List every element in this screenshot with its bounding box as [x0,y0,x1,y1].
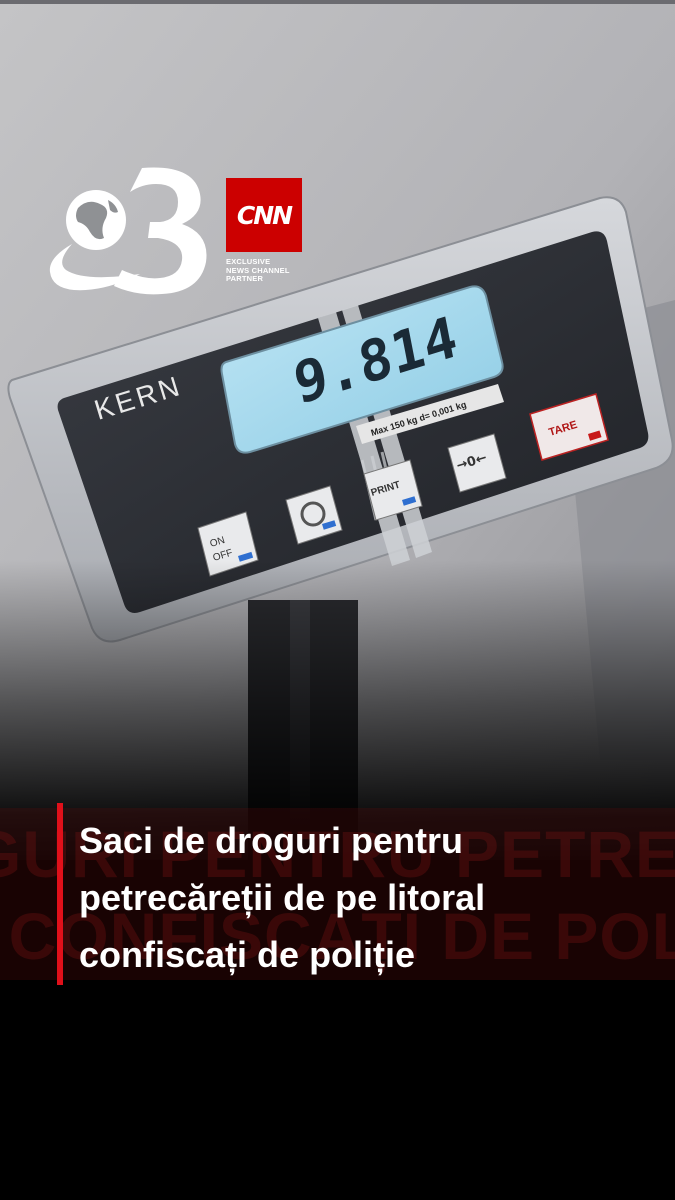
cnn-logo: CNN [226,178,302,252]
headline-line: petrecăreții de pe litoral [79,877,486,918]
caption-accent-bar [57,803,63,985]
headline-line: Saci de droguri pentru [79,820,464,861]
video-frame: KERN 9.814 Max 150 kg d= 0,001 kg ON OFF [0,0,675,1200]
cnn-partner-label: EXCLUSIVE NEWS CHANNEL PARTNER [226,257,326,284]
headline-line: confiscați de poliție [79,934,416,975]
cnn-subtitle-line: PARTNER [226,274,264,283]
cnn-logo-text: CNN [236,200,293,230]
headline-caption: Saci de droguri pentru petrecăreții de p… [79,812,659,983]
antena-3-globe-logo-icon [49,167,207,295]
